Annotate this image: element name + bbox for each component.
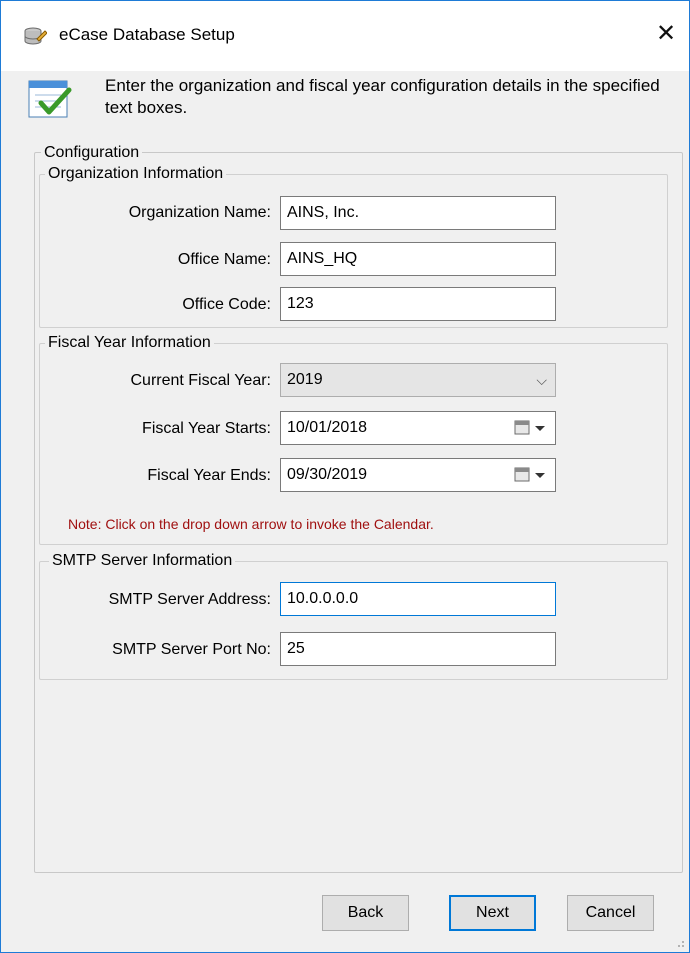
current-fiscal-year-label: Current Fiscal Year: (130, 372, 271, 389)
office-code-input[interactable]: 123 (280, 287, 556, 321)
fiscal-year-starts-date[interactable]: 10/01/2018 (280, 411, 556, 445)
cancel-button[interactable]: Cancel (567, 895, 654, 931)
smtp-port-input[interactable]: 25 (280, 632, 556, 666)
calendar-dropdown-icon[interactable] (513, 466, 549, 484)
close-button[interactable]: ✕ (643, 11, 689, 57)
fiscal-year-ends-date[interactable]: 09/30/2019 (280, 458, 556, 492)
chevron-down-icon: ⌵ (536, 372, 547, 388)
setup-dialog: eCase Database Setup ✕ Enter the organiz… (0, 0, 690, 953)
configuration-title: Configuration (41, 144, 143, 162)
calendar-dropdown-icon[interactable] (513, 419, 549, 437)
office-name-input[interactable]: AINS_HQ (280, 242, 556, 276)
current-fiscal-year-select[interactable]: 2019 ⌵ (280, 363, 556, 397)
smtp-title: SMTP Server Information (49, 552, 236, 570)
calendar-note: Note: Click on the drop down arrow to in… (68, 516, 434, 532)
fiscal-year-ends-label: Fiscal Year Ends: (147, 467, 271, 484)
fiscal-year-starts-value: 10/01/2018 (287, 419, 368, 436)
current-fiscal-year-value: 2019 (287, 371, 323, 388)
instructions-text: Enter the organization and fiscal year c… (105, 76, 660, 117)
fiscal-year-ends-value: 09/30/2019 (287, 466, 368, 483)
organization-name-label: Organization Name: (128, 204, 271, 221)
office-code-label: Office Code: (182, 296, 271, 313)
smtp-port-label: SMTP Server Port No: (112, 641, 271, 658)
resize-grip-icon[interactable] (675, 938, 685, 948)
window-title: eCase Database Setup (59, 25, 235, 44)
close-icon: ✕ (655, 20, 677, 47)
fiscal-year-title: Fiscal Year Information (45, 334, 214, 352)
smtp-address-input[interactable]: 10.0.0.0.0 (280, 582, 556, 616)
database-icon (24, 27, 47, 45)
next-button[interactable]: Next (449, 895, 536, 931)
back-button[interactable]: Back (322, 895, 409, 931)
title-bar: eCase Database Setup ✕ (1, 1, 689, 71)
organization-name-input[interactable]: AINS, Inc. (280, 196, 556, 230)
organization-title: Organization Information (45, 165, 227, 183)
office-name-label: Office Name: (177, 251, 271, 268)
fiscal-year-starts-label: Fiscal Year Starts: (142, 420, 271, 437)
checklist-icon (28, 80, 72, 118)
smtp-address-label: SMTP Server Address: (108, 591, 271, 608)
